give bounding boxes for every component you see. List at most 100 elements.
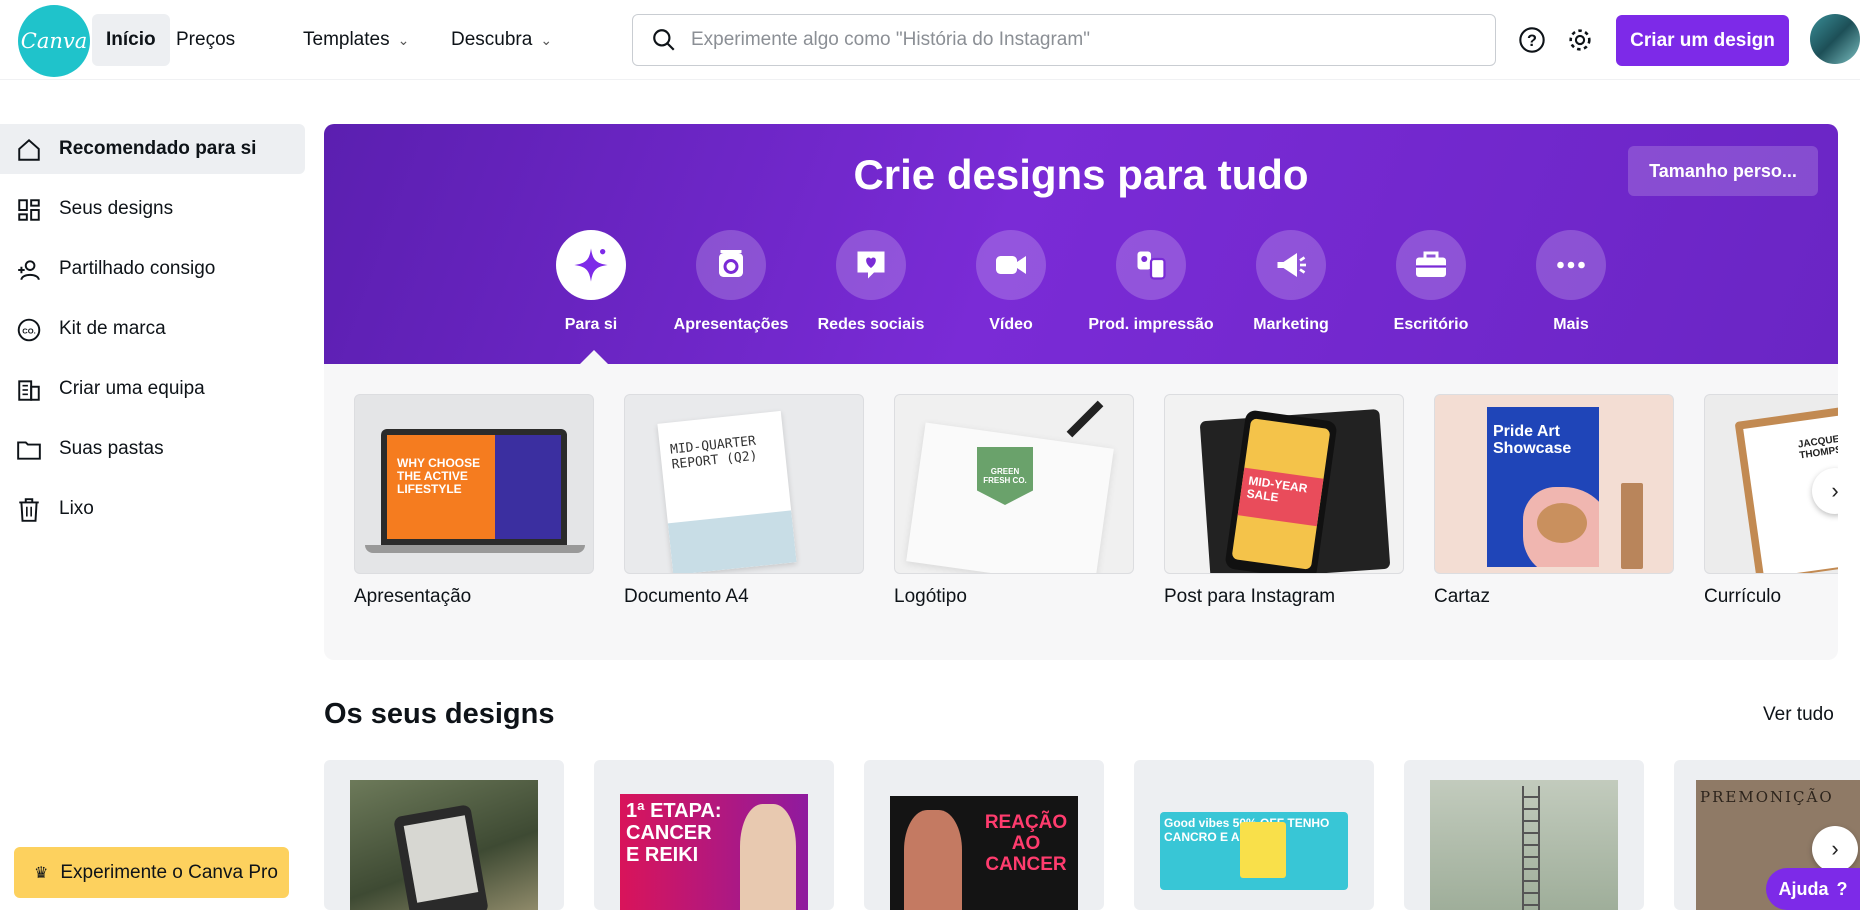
- canva-logo[interactable]: Canva: [18, 5, 90, 77]
- category-office[interactable]: Escritório: [1361, 230, 1501, 334]
- design-card[interactable]: 1ª ETAPA: CANCER E REIKI: [594, 760, 834, 910]
- template-card-poster[interactable]: Pride Art Showcase Cartaz: [1434, 394, 1674, 608]
- design-thumbnail: [1430, 780, 1618, 910]
- sidebar-item-folders[interactable]: Suas pastas: [0, 424, 305, 474]
- building-icon: [18, 380, 40, 401]
- design-thumb-text: 1ª ETAPA: CANCER E REIKI: [626, 800, 722, 866]
- design-card[interactable]: Good vibes 50% OFF TENHO CANCRO E AGORA?: [1134, 760, 1374, 910]
- try-pro-label: Experimente o Canva Pro: [60, 861, 278, 883]
- template-card-presentation[interactable]: WHY CHOOSE THE ACTIVE LIFESTYLE Apresent…: [354, 394, 594, 608]
- crown-icon: ♛: [34, 864, 49, 882]
- template-thumbnail: MID-YEAR SALE: [1164, 394, 1404, 574]
- trash-icon: [19, 498, 39, 522]
- custom-size-label: Tamanho perso...: [1649, 160, 1797, 181]
- category-pointer: [580, 350, 608, 364]
- chevron-down-icon: ⌄: [397, 31, 410, 48]
- template-thumbnail: Pride Art Showcase: [1434, 394, 1674, 574]
- category-label: Marketing: [1253, 316, 1329, 333]
- nav-templates[interactable]: Templates ⌄: [289, 14, 423, 66]
- more-dots-icon: [1536, 230, 1606, 300]
- template-label: Cartaz: [1434, 586, 1490, 607]
- category-more[interactable]: Mais: [1501, 230, 1641, 334]
- your-designs-title: Os seus designs: [324, 698, 555, 730]
- category-label: Prod. impressão: [1088, 316, 1214, 333]
- template-thumb-text: JACQUELINE THOMPSON: [1797, 430, 1838, 462]
- template-label: Apresentação: [354, 586, 472, 607]
- template-label: Logótipo: [894, 586, 967, 607]
- sidebar-item-your-designs[interactable]: Seus designs: [0, 184, 305, 234]
- category-label: Vídeo: [989, 316, 1033, 333]
- question-icon: ?: [1836, 878, 1848, 899]
- nav-templates-label: Templates: [303, 29, 390, 50]
- nav-home[interactable]: Início: [92, 14, 170, 66]
- template-card-instagram-post[interactable]: MID-YEAR SALE Post para Instagram: [1164, 394, 1404, 608]
- sidebar-item-label: Partilhado consigo: [59, 258, 216, 279]
- template-label: Currículo: [1704, 586, 1782, 607]
- template-thumb-text: Pride Art Showcase: [1493, 423, 1572, 457]
- top-bar: Canva Início Preços Templates ⌄ Descubra ⌄…: [0, 0, 1860, 80]
- template-label: Documento A4: [624, 586, 749, 607]
- category-label: Mais: [1553, 316, 1589, 333]
- category-label: Escritório: [1393, 316, 1469, 333]
- template-label: Post para Instagram: [1164, 586, 1336, 607]
- svg-text:CO.: CO.: [22, 326, 35, 335]
- try-pro-button[interactable]: ♛ Experimente o Canva Pro: [14, 847, 289, 898]
- design-card[interactable]: REAÇÃO AO CANCER: [864, 760, 1104, 910]
- category-print[interactable]: Prod. impressão: [1081, 230, 1221, 334]
- briefcase-icon: [1396, 230, 1466, 300]
- template-card-a4-document[interactable]: MID-QUARTER REPORT (Q2) Documento A4: [624, 394, 864, 608]
- category-social[interactable]: Redes sociais: [801, 230, 941, 334]
- sidebar: Recomendado para si Seus designs Partilh…: [0, 124, 305, 544]
- sidebar-item-trash[interactable]: Lixo: [0, 484, 305, 534]
- hero-title: Crie designs para tudo: [853, 151, 1309, 198]
- sidebar-item-recommended[interactable]: Recomendado para si: [0, 124, 305, 174]
- nav-discover[interactable]: Descubra ⌄: [437, 14, 566, 66]
- sidebar-item-label: Seus designs: [59, 198, 174, 219]
- sidebar-item-brand-kit[interactable]: CO. Kit de marca: [0, 304, 305, 354]
- nav-discover-label: Descubra: [451, 29, 533, 50]
- sparkle-icon: [556, 230, 626, 300]
- template-card-logo[interactable]: GREEN FRESH CO. Logótipo: [894, 394, 1134, 608]
- people-icon: [18, 260, 40, 281]
- search-input[interactable]: [691, 29, 1471, 51]
- sidebar-item-label: Criar uma equipa: [59, 378, 205, 399]
- category-label: Apresentações: [673, 316, 789, 333]
- category-presentations[interactable]: Apresentações: [661, 230, 801, 334]
- template-thumb-text: MID-QUARTER REPORT (Q2): [669, 433, 759, 473]
- custom-size-button[interactable]: Tamanho perso...: [1628, 146, 1818, 196]
- search-icon: [653, 29, 675, 51]
- designs-next-button[interactable]: ›: [1812, 826, 1858, 872]
- gear-icon[interactable]: [1562, 22, 1598, 58]
- svg-text:?: ?: [1527, 32, 1537, 50]
- sidebar-item-label: Recomendado para si: [59, 138, 257, 159]
- chevron-down-icon: ⌄: [540, 31, 553, 48]
- design-thumbnail: [350, 780, 538, 910]
- brand-kit-icon: CO.: [17, 318, 41, 342]
- template-thumb-text: WHY CHOOSE THE ACTIVE LIFESTYLE: [397, 456, 481, 496]
- sidebar-item-create-team[interactable]: Criar uma equipa: [0, 364, 305, 414]
- category-for-you[interactable]: Para si: [521, 230, 661, 334]
- help-icon[interactable]: ?: [1514, 22, 1550, 58]
- grid-icon: [18, 199, 40, 221]
- template-thumbnail: GREEN FRESH CO.: [894, 394, 1134, 574]
- design-thumb-text: REAÇÃO AO CANCER: [984, 812, 1068, 875]
- chevron-right-icon: ›: [1831, 836, 1839, 861]
- avatar[interactable]: [1810, 14, 1860, 64]
- presentation-icon: [696, 230, 766, 300]
- search-bar: [632, 14, 1496, 66]
- sidebar-item-shared[interactable]: Partilhado consigo: [0, 244, 305, 294]
- category-marketing[interactable]: Marketing: [1221, 230, 1361, 334]
- sidebar-item-label: Lixo: [59, 498, 94, 519]
- design-card[interactable]: [1404, 760, 1644, 910]
- design-card[interactable]: [324, 760, 564, 910]
- sidebar-item-label: Suas pastas: [59, 438, 164, 459]
- heart-chat-icon: [836, 230, 906, 300]
- see-all-link[interactable]: Ver tudo: [1763, 704, 1834, 726]
- help-button[interactable]: Ajuda ?: [1766, 868, 1860, 910]
- help-label: Ajuda: [1778, 878, 1829, 899]
- create-design-button[interactable]: Criar um design: [1616, 15, 1789, 66]
- design-thumbnail: REAÇÃO AO CANCER: [890, 796, 1078, 910]
- nav-pricing[interactable]: Preços: [162, 14, 249, 66]
- category-video[interactable]: Vídeo: [941, 230, 1081, 334]
- design-thumbnail: 1ª ETAPA: CANCER E REIKI: [620, 794, 808, 910]
